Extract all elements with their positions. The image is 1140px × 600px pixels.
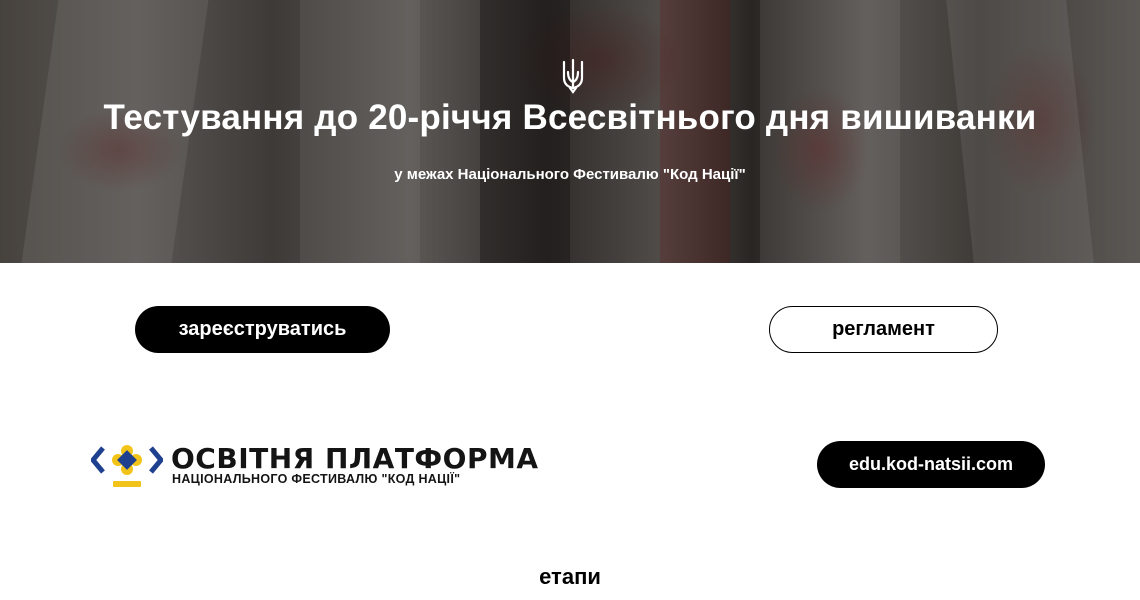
platform-logo[interactable]: ОСВІТНЯ ПЛАТФОРМА НАЦІОНАЛЬНОГО ФЕСТИВАЛ…: [91, 440, 541, 492]
logo-subtitle: НАЦІОНАЛЬНОГО ФЕСТИВАЛЮ "КОД НАЦІЇ": [172, 472, 461, 486]
logo-title: ОСВІТНЯ ПЛАТФОРМА: [171, 442, 539, 475]
trident-icon: [562, 58, 584, 94]
page-subtitle: у межах Національного Фестивалю "Код Нац…: [394, 166, 746, 183]
page-title: Тестування до 20-річчя Всесвітнього дня …: [103, 98, 1037, 137]
stages-heading: етапи: [539, 564, 601, 589]
hero-banner: Тестування до 20-річчя Всесвітнього дня …: [0, 0, 1140, 263]
rules-button[interactable]: регламент: [769, 306, 998, 353]
register-button[interactable]: зареєструватись: [135, 306, 390, 353]
kod-natsii-logo-mark-icon: [91, 445, 163, 487]
site-link-button[interactable]: edu.kod-natsii.com: [817, 441, 1045, 488]
